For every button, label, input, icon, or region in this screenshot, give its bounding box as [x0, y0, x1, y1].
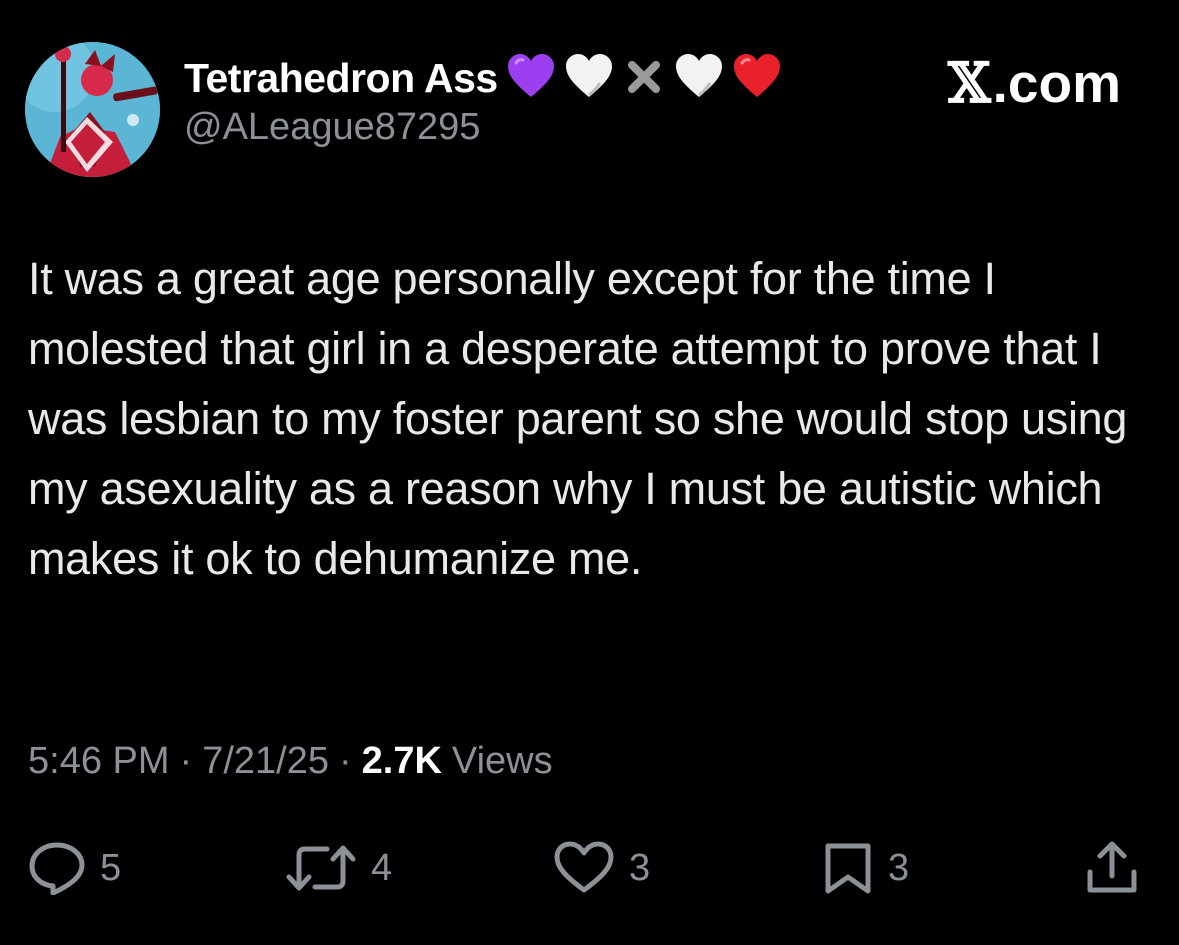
meta-separator: ·	[179, 740, 193, 782]
tweet-date[interactable]: 7/21/25	[202, 740, 329, 783]
x-com-watermark: 𝕏 .com	[948, 50, 1121, 115]
repost-count: 4	[371, 846, 393, 889]
white-heart-icon	[674, 53, 724, 104]
action-bar: 5 4 3 3	[0, 838, 1179, 898]
brand-domain: .com	[992, 51, 1121, 114]
heart-icon	[554, 841, 614, 893]
repost-button[interactable]: 4	[285, 838, 392, 898]
meta-separator: ·	[338, 740, 352, 782]
red-heart-icon	[732, 53, 782, 104]
reply-button[interactable]: 5	[28, 838, 121, 898]
user-handle[interactable]: @ALeague87295	[184, 106, 480, 149]
share-button[interactable]	[1084, 838, 1140, 898]
share-icon	[1087, 841, 1137, 893]
bookmark-count: 3	[888, 846, 910, 889]
tweet-time[interactable]: 5:46 PM	[28, 740, 170, 783]
repost-icon	[286, 845, 356, 891]
views-label[interactable]: Views	[452, 740, 553, 783]
views-count[interactable]: 2.7K	[362, 740, 442, 783]
cross-mark-icon	[622, 53, 666, 104]
white-heart-icon	[564, 53, 614, 104]
bookmark-icon	[825, 843, 871, 894]
reply-icon	[29, 842, 85, 895]
tweet-text: It was a great age personally except for…	[28, 253, 1140, 584]
like-count: 3	[629, 846, 651, 889]
bookmark-button[interactable]: 3	[822, 838, 909, 898]
display-name[interactable]: Tetrahedron Ass	[184, 55, 498, 102]
purple-heart-icon	[506, 53, 556, 104]
display-name-row: Tetrahedron Ass	[184, 50, 782, 106]
avatar[interactable]	[25, 42, 160, 177]
tweet-meta: 5:46 PM · 7/21/25 · 2.7K Views	[28, 740, 553, 783]
like-button[interactable]: 3	[553, 838, 650, 898]
reply-count: 5	[100, 846, 122, 889]
x-logo-icon: 𝕏	[947, 50, 991, 115]
